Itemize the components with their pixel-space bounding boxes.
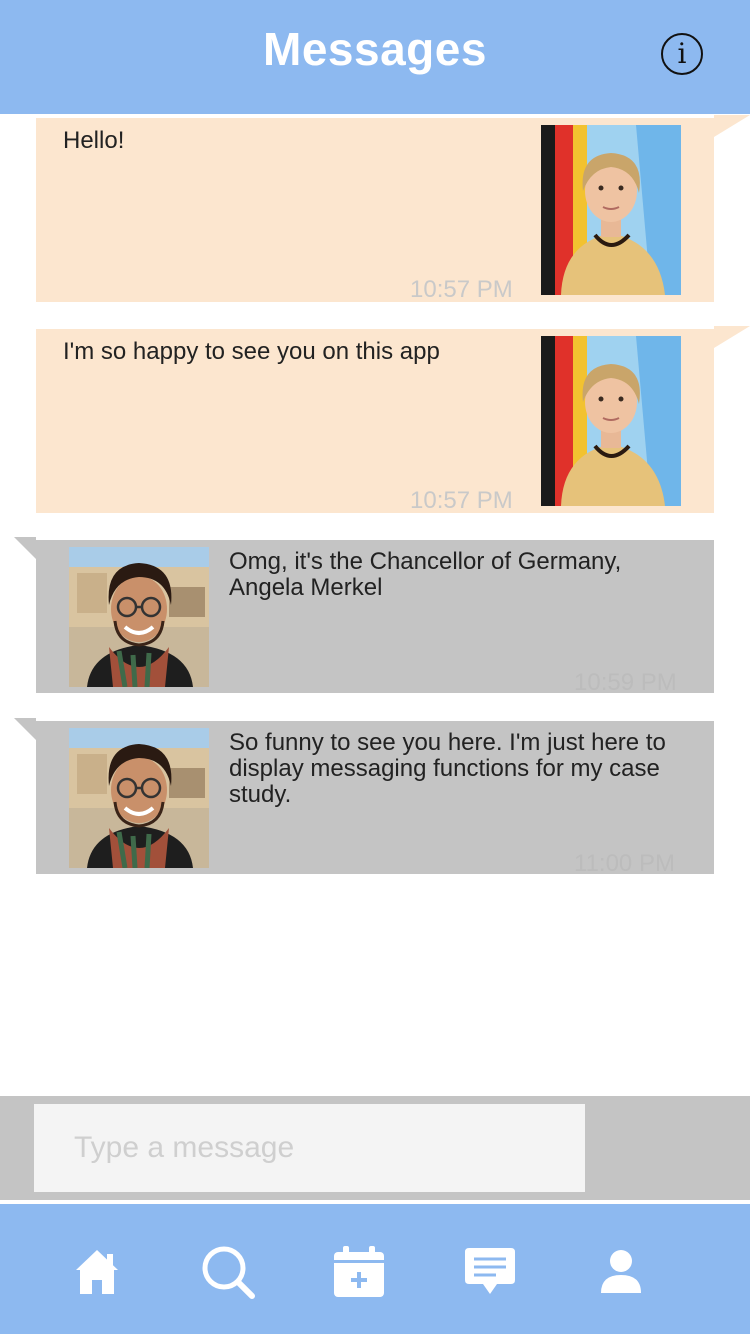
- message-text: I'm so happy to see you on this app: [63, 338, 440, 365]
- message-text: Hello!: [63, 127, 125, 154]
- bottom-nav: [0, 1204, 750, 1334]
- message-bubble-outgoing: I'm so happy to see you on this app 10:5…: [36, 326, 750, 514]
- message-time: 10:57 PM: [410, 276, 513, 303]
- message-bubble-incoming: Omg, it's the Chancellor of Germany, Ang…: [14, 537, 714, 696]
- bubble-tail: [14, 537, 36, 559]
- messages-icon[interactable]: [460, 1242, 520, 1302]
- message-text: Omg, it's the Chancellor of Germany, Ang…: [229, 548, 622, 601]
- info-icon[interactable]: i: [661, 33, 703, 75]
- header-bar: Messages i: [0, 0, 750, 114]
- bubble-tail: [14, 718, 36, 740]
- home-icon[interactable]: [67, 1242, 127, 1302]
- message-text: So funny to see you here. I'm just here …: [229, 729, 666, 808]
- message-time: 10:57 PM: [410, 487, 513, 514]
- search-icon[interactable]: [198, 1242, 258, 1302]
- message-bubble-incoming: So funny to see you here. I'm just here …: [14, 718, 714, 877]
- message-composer: [0, 1096, 750, 1200]
- calendar-add-icon[interactable]: [329, 1242, 389, 1302]
- message-input[interactable]: [34, 1104, 585, 1192]
- page-title: Messages: [263, 23, 487, 75]
- message-time: 10:59 PM: [574, 669, 677, 696]
- sender-avatar[interactable]: [541, 336, 681, 506]
- message-bubble-outgoing: Hello! 10:57 PM: [36, 115, 750, 303]
- sender-avatar[interactable]: [69, 547, 209, 687]
- bubble-tail: [714, 115, 750, 137]
- messages-screen: Messages i Hello! 10:57 PM I'm so happy …: [0, 0, 750, 1334]
- message-time: 11:00 PM: [574, 850, 675, 877]
- bubble-tail: [714, 326, 750, 348]
- profile-icon[interactable]: [591, 1242, 651, 1302]
- sender-avatar[interactable]: [69, 728, 209, 868]
- sender-avatar[interactable]: [541, 125, 681, 295]
